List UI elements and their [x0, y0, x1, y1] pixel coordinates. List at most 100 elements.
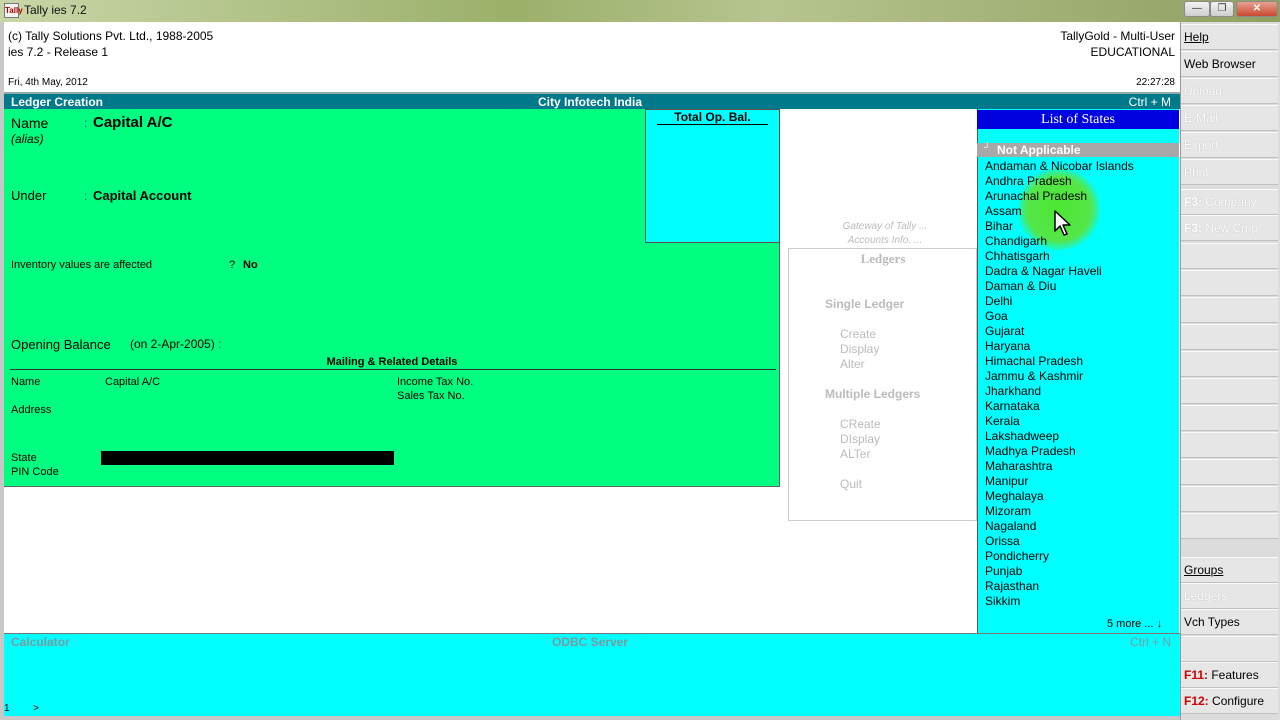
state-option[interactable]: Maharashtra — [985, 459, 1052, 473]
name-field[interactable]: Capital A/C — [93, 114, 172, 131]
address-label: Address — [11, 404, 52, 416]
selected-marker-icon: ┘ — [984, 142, 991, 152]
state-option[interactable]: Madhya Pradesh — [985, 444, 1076, 458]
income-tax-label: Income Tax No. — [397, 376, 474, 388]
new-company-button[interactable]: F3: New Cmp — [1181, 215, 1278, 241]
inventory-question: ? — [229, 259, 236, 271]
ledgers-menu-title: Ledgers — [860, 251, 906, 266]
menu-alter[interactable]: Alter — [840, 357, 865, 371]
help-button[interactable]: Help — [1181, 24, 1278, 50]
window-title: Tally ies 7.2 — [24, 3, 87, 17]
state-option[interactable]: Goa — [985, 309, 1008, 323]
state-option[interactable]: Chandigarh — [985, 234, 1047, 248]
voucher-types-button[interactable]: Vch Types — [1181, 609, 1278, 635]
state-option[interactable]: Kerala — [985, 414, 1020, 428]
state-option[interactable]: Delhi — [985, 294, 1012, 308]
close-button[interactable]: ✕ — [1236, 1, 1278, 17]
blank-button-10 — [1181, 486, 1278, 512]
state-option[interactable]: Pondicherry — [985, 549, 1049, 563]
release-text: ies 7.2 - Release 1 — [8, 45, 109, 59]
state-option[interactable]: Orissa — [985, 534, 1020, 548]
state-option[interactable]: Mizoram — [985, 504, 1031, 518]
ledgers-button[interactable]: Ledgers — [1181, 583, 1278, 609]
menu-create[interactable]: Create — [840, 327, 876, 341]
mailing-name-field[interactable]: Capital A/C — [105, 376, 160, 388]
company-name: City Infotech India — [537, 95, 642, 109]
state-option[interactable]: Daman & Diu — [985, 279, 1056, 293]
groups-button[interactable]: Groups — [1181, 557, 1278, 583]
menu-multi-display[interactable]: DIsplay — [840, 432, 880, 446]
opening-balance-date-text: (on 2-Apr-2005) — [130, 337, 215, 351]
voucher-types-button-label: Vch Types — [1184, 615, 1240, 629]
blank-button-8 — [1181, 432, 1278, 458]
under-label: Under — [11, 188, 47, 203]
states-more-indicator[interactable]: 5 more ... ↓ — [1107, 618, 1162, 630]
odbc-shortcut: Ctrl + N — [1129, 635, 1171, 649]
features-button[interactable]: F11: Features — [1181, 662, 1278, 688]
blank-button-9 — [1181, 459, 1278, 485]
calculator-line-number: 1 — [4, 703, 10, 714]
state-option[interactable]: Punjab — [985, 564, 1022, 578]
inventory-field[interactable]: No — [243, 259, 258, 271]
state-field[interactable] — [101, 451, 394, 465]
state-option[interactable]: Haryana — [985, 339, 1030, 353]
screen-title: Ledger Creation — [11, 95, 104, 109]
state-option[interactable]: Lakshadweep — [985, 429, 1059, 443]
state-option[interactable]: Meghalaya — [985, 489, 1044, 503]
state-option[interactable]: Nagaland — [985, 519, 1036, 533]
state-option[interactable]: Jammu & Kashmir — [985, 369, 1083, 383]
blank-button-12 — [1181, 636, 1278, 662]
restore-button[interactable]: ❐ — [1210, 1, 1234, 17]
state-option[interactable]: Sikkim — [985, 594, 1020, 608]
state-option[interactable]: Jharkhand — [985, 384, 1041, 398]
state-option[interactable]: Arunachal Pradesh — [985, 189, 1087, 203]
ledgers-button-label: Ledgers — [1184, 589, 1228, 603]
state-option[interactable]: Chhatisgarh — [985, 249, 1050, 263]
opening-balance-colon: : — [218, 337, 222, 351]
menu-multi-create[interactable]: CReate — [840, 417, 881, 431]
current-date: Fri, 4th May, 2012 — [8, 77, 88, 88]
tally-app-icon[interactable]: Tally — [4, 3, 23, 18]
state-option-not-applicable[interactable]: Not Applicable — [997, 143, 1081, 157]
web-browser-button[interactable]: Web Browser — [1181, 51, 1278, 77]
state-option[interactable]: Gujarat — [985, 324, 1024, 338]
print-button[interactable]: Print — [1181, 159, 1278, 185]
minimize-button[interactable]: — — [1184, 1, 1210, 17]
state-option[interactable]: Andaman & Nicobar Islands — [985, 159, 1134, 173]
email-button[interactable]: E-Mail — [1181, 105, 1278, 131]
menu-multi-alter[interactable]: ALTer — [840, 447, 870, 461]
groups-button-label: Groups — [1184, 563, 1224, 577]
export-button[interactable]: Export — [1181, 132, 1278, 158]
under-field[interactable]: Capital Account — [93, 188, 191, 203]
mailing-details-title: Mailing & Related Details — [326, 356, 458, 368]
state-option[interactable]: Manipur — [985, 474, 1028, 488]
mouse-pointer-icon — [1054, 210, 1071, 236]
configure-button[interactable]: F12: Configure — [1181, 688, 1278, 714]
help-button-label: Help — [1184, 30, 1209, 44]
sales-tax-label: Sales Tax No. — [397, 390, 465, 402]
state-option[interactable]: Bihar — [985, 219, 1013, 233]
state-option[interactable]: Assam — [985, 204, 1022, 218]
opening-balance-label: Opening Balance — [11, 337, 111, 352]
state-option[interactable]: Himachal Pradesh — [985, 354, 1083, 368]
screen-shortcut: Ctrl + M — [1128, 95, 1171, 109]
state-option[interactable]: Dadra & Nagar Haveli — [985, 264, 1102, 278]
state-option[interactable]: Rajasthan — [985, 579, 1039, 593]
menu-quit[interactable]: Quit — [840, 477, 862, 491]
calculator-prompt[interactable]: > — [33, 703, 39, 714]
state-option[interactable]: Andhra Pradesh — [985, 174, 1072, 188]
web-browser-button-label: Web Browser — [1184, 57, 1256, 71]
company-button[interactable]: F3: Company — [1181, 189, 1278, 215]
total-opening-balance-underline — [657, 124, 768, 125]
blank-button-4 — [1181, 324, 1278, 350]
menu-display[interactable]: Display — [840, 342, 879, 356]
odbc-server-label: ODBC Server — [551, 635, 629, 649]
copyright-text: (c) Tally Solutions Pvt. Ltd., 1988-2005 — [8, 29, 214, 43]
upload-button[interactable]: Upload — [1181, 78, 1278, 104]
state-option[interactable]: Karnataka — [985, 399, 1040, 413]
features-key: F11: — [1184, 668, 1209, 682]
new-company-key: F3: — [1184, 221, 1202, 235]
calculator-label[interactable]: Calculator — [11, 635, 70, 649]
total-opening-balance-title: Total Op. Bal. — [674, 110, 751, 124]
blank-button-5 — [1181, 351, 1278, 377]
